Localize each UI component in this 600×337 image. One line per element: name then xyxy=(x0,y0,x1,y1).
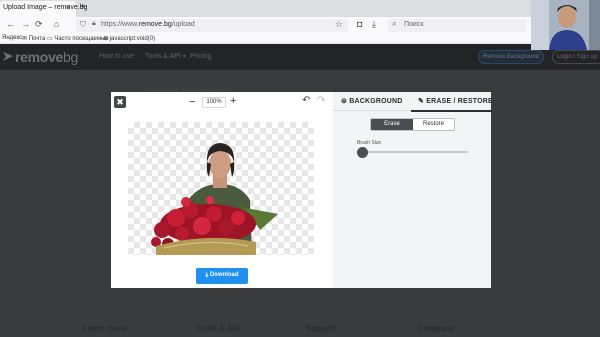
nav-how-to-use[interactable]: How to use xyxy=(99,53,134,60)
star-icon[interactable]: ☆ xyxy=(335,19,343,30)
active-tab-indicator xyxy=(411,110,491,112)
screen: Upload Image – remove.bg × + ← → ⟳ ⌂ ⛉ 🔒… xyxy=(0,0,600,337)
edit-panel: ⊜ BACKGROUND ✎ ERASE / RESTORE Erase Res… xyxy=(333,92,493,288)
login-button[interactable]: Login / Sign up xyxy=(552,50,600,64)
logo-icon xyxy=(3,52,13,61)
zoom-level[interactable]: 100% xyxy=(202,97,226,108)
image-canvas[interactable] xyxy=(128,122,314,255)
footer-support: Support xyxy=(306,324,337,333)
tab-erase-restore[interactable]: ✎ ERASE / RESTORE xyxy=(418,97,493,105)
url-text: https://www.remove.bg/upload xyxy=(101,21,195,28)
url-prefix: https://www. xyxy=(101,21,139,28)
remove-background-button[interactable]: Remove Background xyxy=(478,50,544,64)
tab-title: Upload Image – remove.bg xyxy=(3,4,88,11)
tab-background[interactable]: ⊜ BACKGROUND xyxy=(341,97,403,105)
webcam-overlay xyxy=(531,0,600,50)
brush-size-slider[interactable] xyxy=(361,151,468,153)
browser-nav-bar: ← → ⟳ ⌂ ⛉ 🔒︎ https://www.remove.bg/uploa… xyxy=(0,17,600,34)
search-placeholder: Поиск xyxy=(404,21,424,28)
home-icon[interactable]: ⌂ xyxy=(54,19,59,29)
shield-icon[interactable]: ⛉ xyxy=(80,20,86,30)
chevron-down-icon: ▾ xyxy=(182,54,186,60)
logo[interactable]: removebg xyxy=(15,49,78,65)
footer-learn-more: Learn more xyxy=(83,324,127,333)
reload-icon[interactable]: ⟳ xyxy=(35,19,43,30)
brush-size-label: Brush Size xyxy=(357,140,382,146)
nav-tools-api[interactable]: Tools & API ▾ xyxy=(145,53,186,60)
logo-light: bg xyxy=(63,49,78,65)
brush-size-slider-handle[interactable] xyxy=(357,147,368,158)
footer-tools-api: Tools & API xyxy=(196,324,240,333)
url-path: /upload xyxy=(171,21,195,28)
address-bar[interactable]: ⛉ 🔒︎ https://www.remove.bg/upload ☆ xyxy=(76,19,348,32)
restore-button[interactable]: Restore xyxy=(413,119,454,130)
webcam-person-image xyxy=(531,0,600,50)
footer-company: Company xyxy=(418,324,455,333)
back-arrow-icon[interactable]: ← xyxy=(6,19,15,29)
close-button[interactable]: ✖ xyxy=(114,96,126,108)
logo-bold: remove xyxy=(15,49,64,65)
search-input[interactable]: ⌕ Поиск xyxy=(388,19,526,32)
download-icon[interactable]: ⤓ xyxy=(372,19,376,30)
zoom-out-button[interactable]: − xyxy=(189,96,195,108)
browser-tab[interactable]: Upload Image – remove.bg × xyxy=(0,1,87,17)
cutout-photo xyxy=(151,143,278,255)
bookmark-mail[interactable]: ✉ Почта xyxy=(22,35,45,42)
erase-button[interactable]: Erase xyxy=(371,119,413,130)
lock-icon[interactable]: 🔒︎ xyxy=(92,20,96,28)
new-tab-button[interactable]: + xyxy=(80,2,86,13)
erase-restore-toggle: Erase Restore xyxy=(370,118,455,131)
bookmark-frequent[interactable]: ▭ Часто посещаемые xyxy=(47,35,109,42)
editor-modal: ✖ − 100% + ↶ ↷ ⤓ Download ⊜ BACKGROUND ✎… xyxy=(111,92,493,288)
pocket-icon[interactable]: ◘ xyxy=(357,19,362,29)
redo-icon[interactable]: ↷ xyxy=(317,95,325,106)
zoom-in-button[interactable]: + xyxy=(230,95,236,107)
nav-pricing[interactable]: Pricing xyxy=(190,53,211,60)
bookmark-javascript[interactable]: ⊕ javascript:void(0) xyxy=(103,35,155,42)
url-host: remove.bg xyxy=(138,21,172,28)
bookmark-yandex[interactable]: Яндекс xyxy=(2,35,22,41)
tab-divider xyxy=(333,110,411,111)
download-button[interactable]: ⤓ Download xyxy=(196,268,248,284)
browser-tab-bar: Upload Image – remove.bg × + xyxy=(0,0,600,17)
search-icon: ⌕ xyxy=(392,19,397,28)
bookmarks-bar: Яндекс ✉ Почта ▭ Часто посещаемые ⊕ java… xyxy=(0,34,600,44)
site-header: removebg How to use Tools & API ▾ Pricin… xyxy=(0,44,600,70)
forward-arrow-icon[interactable]: → xyxy=(21,19,30,29)
undo-icon[interactable]: ↶ xyxy=(302,95,310,106)
tab-close-icon[interactable]: × xyxy=(66,3,71,12)
